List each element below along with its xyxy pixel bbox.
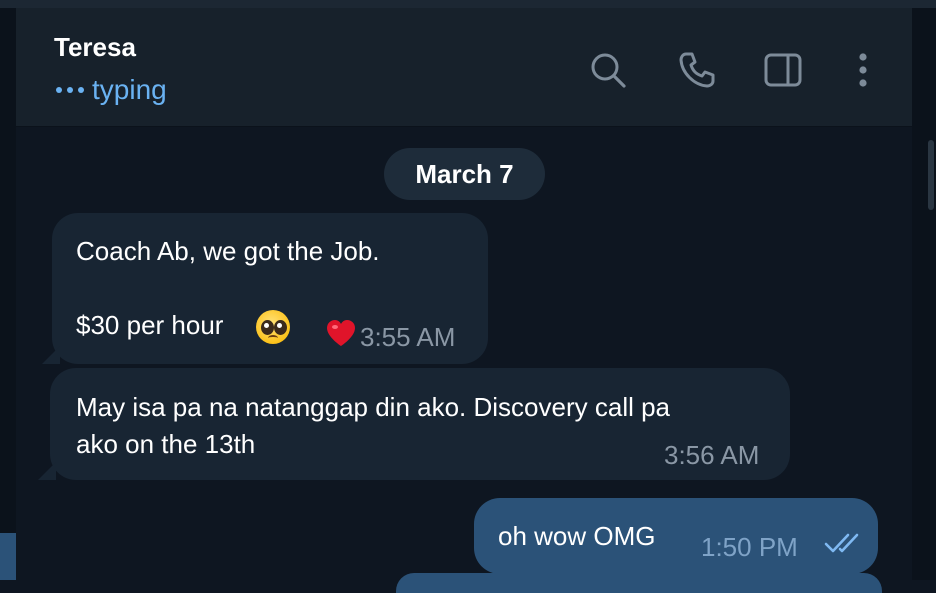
message-text: $30 per hour	[76, 310, 224, 340]
more-vertical-icon	[859, 53, 867, 87]
message-bubble-outgoing-partial[interactable]	[396, 573, 882, 593]
sidebar-toggle-icon	[764, 53, 802, 87]
date-separator: March 7	[384, 148, 545, 200]
window-top-strip	[0, 0, 936, 8]
message-time: 1:50 PM	[701, 532, 798, 562]
scrollbar-thumb[interactable]	[928, 140, 934, 210]
message-time: 3:55 AM	[360, 322, 456, 352]
search-button[interactable]	[586, 48, 630, 92]
left-pane-selected-edge	[0, 533, 16, 580]
message-bubble-incoming[interactable]: May isa pa na natanggap din ako. Discove…	[50, 368, 790, 480]
right-edge	[912, 8, 936, 580]
bubble-tail	[38, 462, 56, 480]
typing-status: typing	[56, 74, 167, 106]
message-text: Coach Ab, we got the Job.	[76, 236, 380, 266]
contact-name[interactable]: Teresa	[54, 32, 136, 63]
typing-dots-icon	[56, 87, 84, 93]
chat-header: Teresa typing	[16, 8, 912, 127]
status-text: typing	[92, 74, 167, 105]
phone-icon	[679, 52, 715, 88]
heart-reaction-icon[interactable]	[326, 319, 356, 347]
message-time: 3:56 AM	[664, 440, 760, 470]
call-button[interactable]	[675, 48, 719, 92]
search-icon	[591, 53, 626, 88]
message-text: oh wow OMG	[498, 521, 656, 551]
message-text: May isa pa na natanggap din ako. Discove…	[76, 392, 671, 422]
message-bubble-outgoing[interactable]: oh wow OMG 1:50 PM	[474, 498, 878, 574]
double-check-read-icon	[824, 533, 859, 553]
bubble-tail	[42, 346, 60, 364]
sidebar-toggle-button[interactable]	[761, 48, 805, 92]
message-bubble-incoming[interactable]: Coach Ab, we got the Job. $30 per hour 3…	[52, 213, 488, 364]
more-options-button[interactable]	[841, 48, 885, 92]
pleading-face-emoji-icon	[256, 310, 290, 344]
message-text: ako on the 13th	[76, 429, 256, 459]
left-pane-edge	[0, 8, 16, 580]
message-list: March 7 Coach Ab, we got the Job. $30 pe…	[16, 127, 912, 593]
